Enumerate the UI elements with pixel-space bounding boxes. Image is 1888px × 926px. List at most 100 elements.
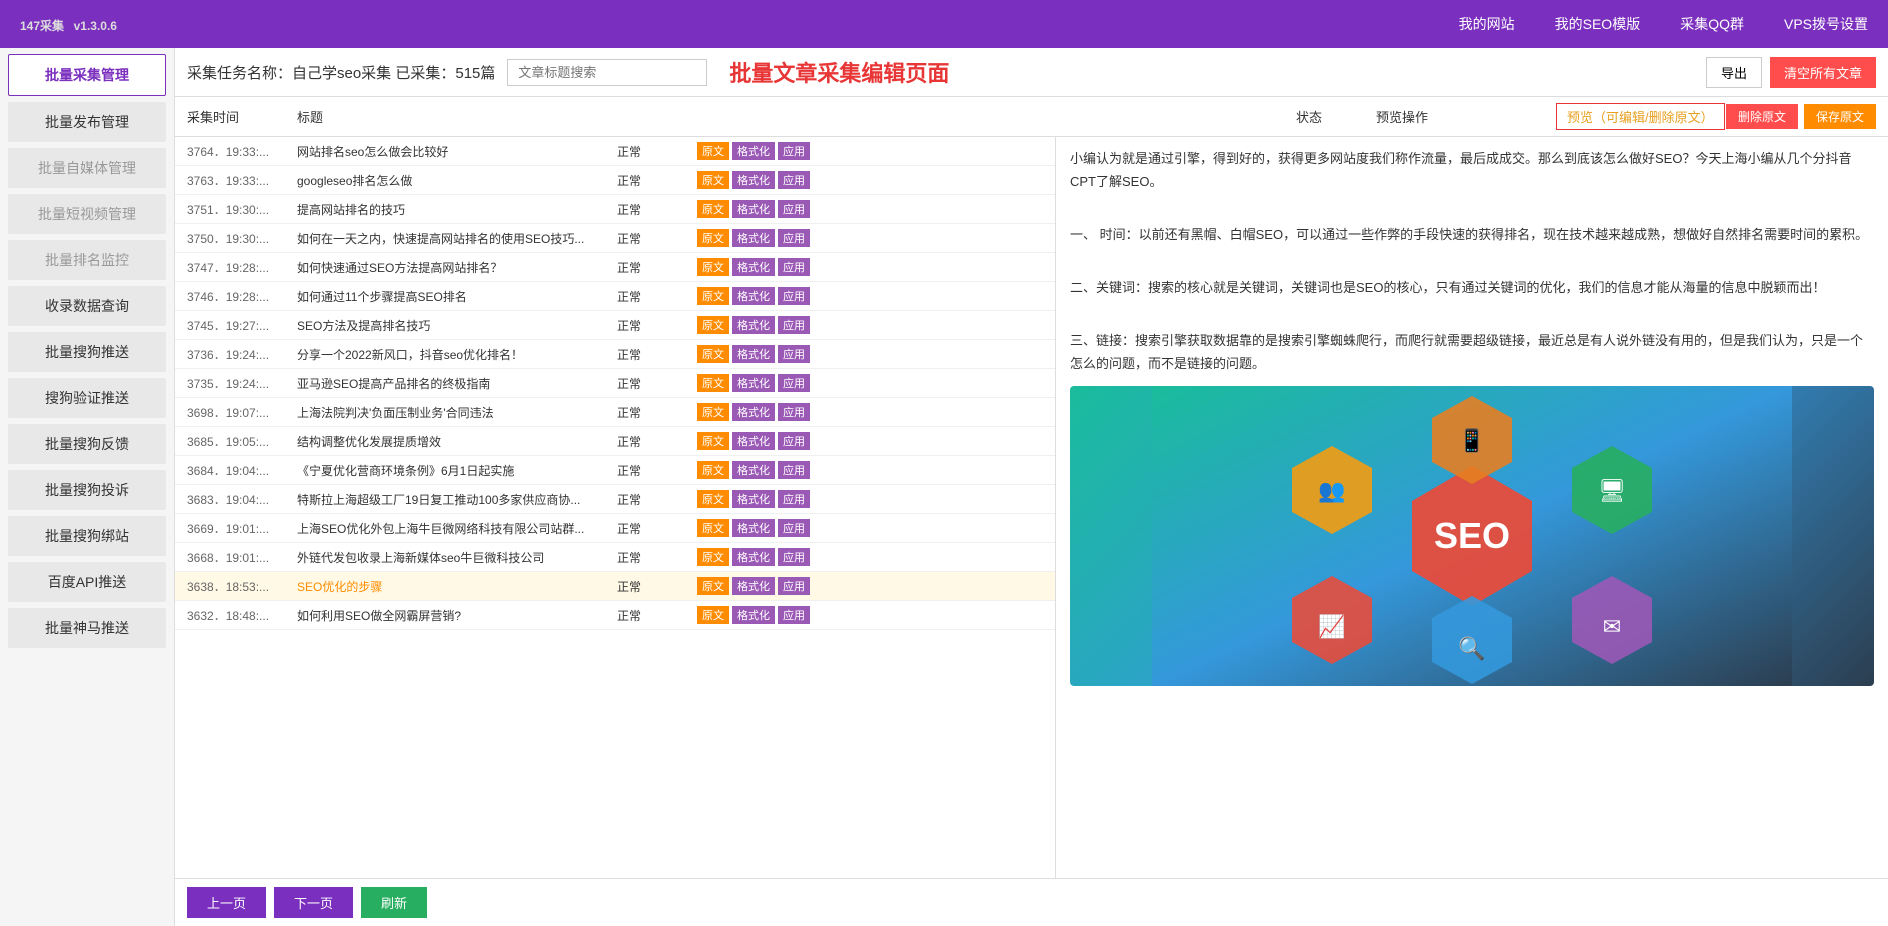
refresh-button[interactable]: 刷新 (361, 887, 427, 918)
apply-button[interactable]: 应用 (778, 374, 810, 392)
orig-button[interactable]: 原文 (697, 258, 729, 276)
apply-button[interactable]: 应用 (778, 577, 810, 595)
table-row[interactable]: 3751．19:30:... 提高网站排名的技巧 正常 原文 格式化 应用 (175, 195, 1055, 224)
table-row[interactable]: 3684．19:04:... 《宁夏优化营商环境条例》6月1日起实施 正常 原文… (175, 456, 1055, 485)
sidebar-item-sogou-verify[interactable]: 搜狗验证推送 (8, 378, 166, 418)
sidebar-item-record[interactable]: 收录数据查询 (8, 286, 166, 326)
orig-button[interactable]: 原文 (697, 171, 729, 189)
nav-my-site[interactable]: 我的网站 (1459, 14, 1515, 34)
table-row[interactable]: 3764．19:33:... 网站排名seo怎么做会比较好 正常 原文 格式化 … (175, 137, 1055, 166)
nav-vps-setting[interactable]: VPS拨号设置 (1784, 14, 1868, 34)
apply-button[interactable]: 应用 (778, 345, 810, 363)
orig-button[interactable]: 原文 (697, 432, 729, 450)
fmt-button[interactable]: 格式化 (732, 519, 775, 537)
orig-button[interactable]: 原文 (697, 200, 729, 218)
table-row[interactable]: 3632．18:48:... 如何利用SEO做全网霸屏营销? 正常 原文 格式化… (175, 601, 1055, 630)
apply-button[interactable]: 应用 (778, 258, 810, 276)
sidebar-item-sogou-bind[interactable]: 批量搜狗绑站 (8, 516, 166, 556)
sidebar-item-ranking[interactable]: 批量排名监控 (8, 240, 166, 280)
preview-label-box[interactable]: 预览（可编辑/删除原文） (1556, 103, 1725, 130)
apply-button[interactable]: 应用 (778, 548, 810, 566)
nav-seo-template[interactable]: 我的SEO模版 (1555, 14, 1641, 34)
orig-button[interactable]: 原文 (697, 403, 729, 421)
orig-button[interactable]: 原文 (697, 490, 729, 508)
fmt-button[interactable]: 格式化 (732, 403, 775, 421)
cell-time: 3638．18:53:... (187, 578, 297, 595)
apply-button[interactable]: 应用 (778, 606, 810, 624)
orig-button[interactable]: 原文 (697, 606, 729, 624)
cell-time: 3735．19:24:... (187, 375, 297, 392)
sidebar-item-shortvideo[interactable]: 批量短视频管理 (8, 194, 166, 234)
fmt-button[interactable]: 格式化 (732, 606, 775, 624)
apply-button[interactable]: 应用 (778, 287, 810, 305)
fmt-button[interactable]: 格式化 (732, 258, 775, 276)
fmt-button[interactable]: 格式化 (732, 548, 775, 566)
table-row[interactable]: 3747．19:28:... 如何快速通过SEO方法提高网站排名？ 正常 原文 … (175, 253, 1055, 282)
sidebar-item-sogou-complaint[interactable]: 批量搜狗投诉 (8, 470, 166, 510)
table-row[interactable]: 3669．19:01:... 上海SEO优化外包上海牛巨微网络科技有限公司站群.… (175, 514, 1055, 543)
table-row[interactable]: 3683．19:04:... 特斯拉上海超级工厂19日复工推动100多家供应商协… (175, 485, 1055, 514)
table-row[interactable]: 3698．19:07:... 上海法院判决'负面压制业务'合同违法 正常 原文 … (175, 398, 1055, 427)
search-input[interactable] (507, 59, 707, 86)
table-row[interactable]: 3735．19:24:... 亚马逊SEO提高产品排名的终极指南 正常 原文 格… (175, 369, 1055, 398)
table-row[interactable]: 3668．19:01:... 外链代发包收录上海新媒体seo牛巨微科技公司 正常… (175, 543, 1055, 572)
orig-button[interactable]: 原文 (697, 287, 729, 305)
fmt-button[interactable]: 格式化 (732, 229, 775, 247)
clear-all-button[interactable]: 清空所有文章 (1770, 57, 1876, 88)
save-orig-button[interactable]: 保存原文 (1804, 104, 1876, 129)
sidebar-item-shenma[interactable]: 批量神马推送 (8, 608, 166, 648)
apply-button[interactable]: 应用 (778, 490, 810, 508)
fmt-button[interactable]: 格式化 (732, 316, 775, 334)
apply-button[interactable]: 应用 (778, 142, 810, 160)
orig-button[interactable]: 原文 (697, 548, 729, 566)
orig-button[interactable]: 原文 (697, 577, 729, 595)
cell-title: 亚马逊SEO提高产品排名的终极指南 (297, 375, 617, 392)
table-row[interactable]: 3763．19:33:... googleseo排名怎么做 正常 原文 格式化 … (175, 166, 1055, 195)
delete-orig-button[interactable]: 删除原文 (1726, 104, 1798, 129)
fmt-button[interactable]: 格式化 (732, 374, 775, 392)
table-row[interactable]: 3745．19:27:... SEO方法及提高排名技巧 正常 原文 格式化 应用 (175, 311, 1055, 340)
sidebar-item-publish[interactable]: 批量发布管理 (8, 102, 166, 142)
cell-time: 3751．19:30:... (187, 201, 297, 218)
preview-area[interactable]: 小编认为就是通过引擎，得到好的，获得更多网站度我们称作流量，最后成成交。那么到底… (1055, 137, 1888, 878)
apply-button[interactable]: 应用 (778, 432, 810, 450)
fmt-button[interactable]: 格式化 (732, 142, 775, 160)
export-button[interactable]: 导出 (1706, 57, 1762, 88)
apply-button[interactable]: 应用 (778, 200, 810, 218)
sidebar-item-collect[interactable]: 批量采集管理 (8, 54, 166, 96)
nav-qq-group[interactable]: 采集QQ群 (1680, 14, 1744, 34)
orig-button[interactable]: 原文 (697, 519, 729, 537)
orig-button[interactable]: 原文 (697, 229, 729, 247)
table-row[interactable]: 3638．18:53:... SEO优化的步骤 正常 原文 格式化 应用 (175, 572, 1055, 601)
apply-button[interactable]: 应用 (778, 229, 810, 247)
fmt-button[interactable]: 格式化 (732, 577, 775, 595)
orig-button[interactable]: 原文 (697, 316, 729, 334)
fmt-button[interactable]: 格式化 (732, 200, 775, 218)
sidebar-item-sogou-push[interactable]: 批量搜狗推送 (8, 332, 166, 372)
next-page-button[interactable]: 下一页 (274, 887, 353, 918)
fmt-button[interactable]: 格式化 (732, 461, 775, 479)
fmt-button[interactable]: 格式化 (732, 432, 775, 450)
fmt-button[interactable]: 格式化 (732, 345, 775, 363)
sidebar-item-sogou-feedback[interactable]: 批量搜狗反馈 (8, 424, 166, 464)
table-row[interactable]: 3750．19:30:... 如何在一天之内，快速提高网站排名的使用SEO技巧.… (175, 224, 1055, 253)
apply-button[interactable]: 应用 (778, 171, 810, 189)
fmt-button[interactable]: 格式化 (732, 171, 775, 189)
apply-button[interactable]: 应用 (778, 461, 810, 479)
orig-button[interactable]: 原文 (697, 345, 729, 363)
fmt-button[interactable]: 格式化 (732, 287, 775, 305)
sidebar-item-media[interactable]: 批量自媒体管理 (8, 148, 166, 188)
orig-button[interactable]: 原文 (697, 461, 729, 479)
table-row[interactable]: 3736．19:24:... 分享一个2022新风口，抖音seo优化排名！ 正常… (175, 340, 1055, 369)
fmt-button[interactable]: 格式化 (732, 490, 775, 508)
orig-button[interactable]: 原文 (697, 142, 729, 160)
apply-button[interactable]: 应用 (778, 519, 810, 537)
table-row[interactable]: 3685．19:05:... 结构调整优化发展提质增效 正常 原文 格式化 应用 (175, 427, 1055, 456)
sidebar-item-baidu-api[interactable]: 百度API推送 (8, 562, 166, 602)
apply-button[interactable]: 应用 (778, 316, 810, 334)
orig-button[interactable]: 原文 (697, 374, 729, 392)
apply-button[interactable]: 应用 (778, 403, 810, 421)
cell-actions: 原文 格式化 应用 (697, 229, 877, 247)
table-row[interactable]: 3746．19:28:... 如何通过11个步骤提高SEO排名 正常 原文 格式… (175, 282, 1055, 311)
prev-page-button[interactable]: 上一页 (187, 887, 266, 918)
